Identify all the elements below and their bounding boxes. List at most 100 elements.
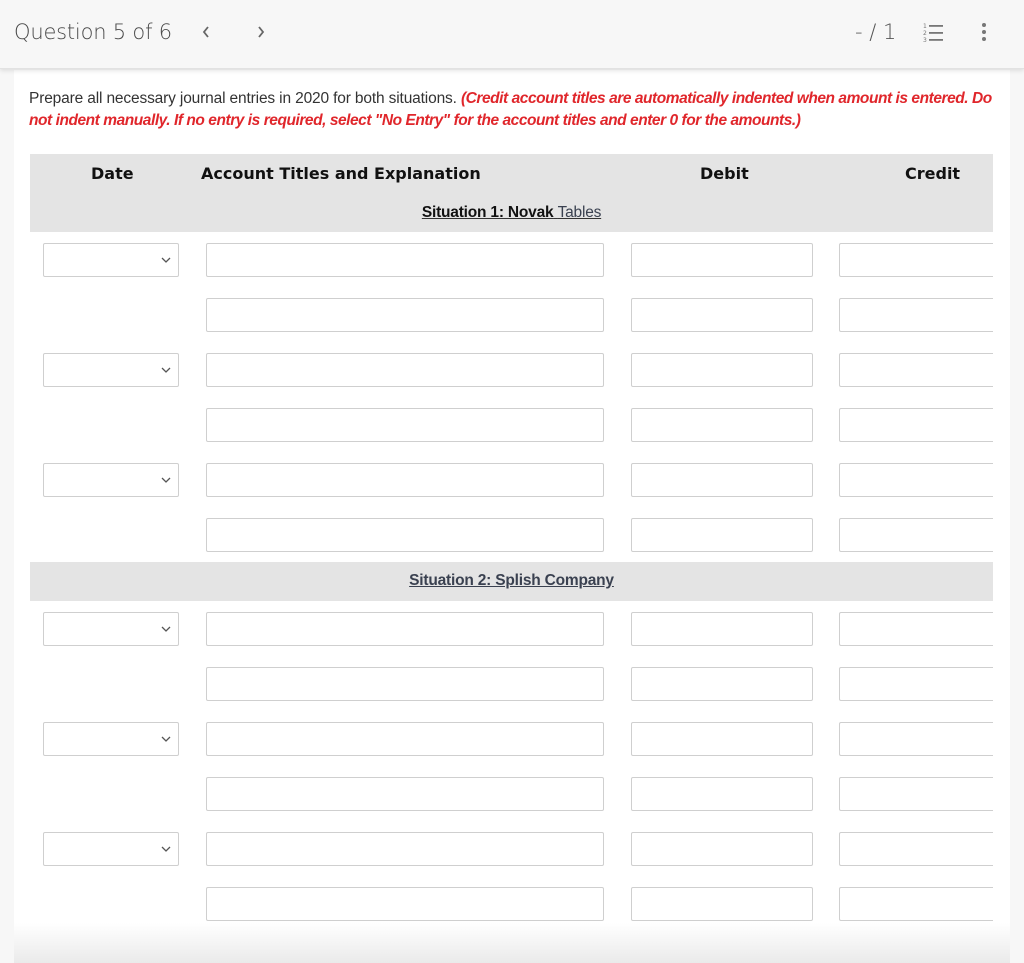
column-header-account: Account Titles and Explanation: [201, 164, 481, 183]
journal-row: [30, 353, 993, 387]
credit-input[interactable]: [839, 243, 993, 277]
credit-input[interactable]: [839, 518, 993, 552]
next-question-button[interactable]: [249, 19, 273, 45]
journal-row: [30, 463, 993, 497]
chevron-left-icon: [202, 26, 209, 38]
section-header-situation-2: Situation 2: Splish Company: [30, 562, 993, 601]
row-clip: [30, 887, 993, 921]
table-header: Date Account Titles and Explanation Debi…: [30, 154, 993, 232]
date-select[interactable]: [43, 832, 179, 866]
section-title-situation-1: Situation 1: Novak Tables: [30, 204, 993, 222]
date-select[interactable]: [43, 463, 179, 497]
question-label: Question 5 of 6: [14, 20, 172, 44]
row-clip: [30, 722, 993, 756]
row-clip: [30, 612, 993, 646]
bottom-fade: [14, 923, 1010, 963]
debit-input[interactable]: [631, 832, 813, 866]
journal-row: [30, 777, 993, 811]
account-title-input[interactable]: [206, 887, 604, 921]
chevron-down-icon: [161, 477, 171, 483]
credit-input[interactable]: [839, 777, 993, 811]
instructions-text: Prepare all necessary journal entries in…: [29, 90, 461, 107]
row-clip: [30, 832, 993, 866]
account-title-input[interactable]: [206, 777, 604, 811]
row-clip: [30, 298, 993, 332]
chevron-down-icon: [161, 367, 171, 373]
row-clip: [30, 518, 993, 552]
credit-input[interactable]: [839, 298, 993, 332]
chevron-right-icon: [258, 26, 265, 38]
numbered-list-icon: 1 2 3: [923, 23, 943, 44]
credit-input[interactable]: [839, 612, 993, 646]
section-title-part2: Tables: [557, 204, 602, 221]
credit-input[interactable]: [839, 832, 993, 866]
debit-input[interactable]: [631, 463, 813, 497]
more-vertical-icon: [982, 23, 986, 41]
previous-question-button[interactable]: [194, 19, 218, 45]
chevron-down-icon: [161, 626, 171, 632]
credit-input[interactable]: [839, 887, 993, 921]
account-title-input[interactable]: [206, 243, 604, 277]
debit-input[interactable]: [631, 667, 813, 701]
row-clip: [30, 408, 993, 442]
journal-row: [30, 832, 993, 866]
column-header-credit: Credit: [905, 164, 961, 183]
credit-input[interactable]: [839, 722, 993, 756]
date-select[interactable]: [43, 722, 179, 756]
debit-input[interactable]: [631, 887, 813, 921]
account-title-input[interactable]: [206, 667, 604, 701]
debit-input[interactable]: [631, 243, 813, 277]
debit-input[interactable]: [631, 353, 813, 387]
date-select[interactable]: [43, 353, 179, 387]
row-clip: [30, 353, 993, 387]
account-title-input[interactable]: [206, 463, 604, 497]
top-bar: Question 5 of 6 - / 1 1 2 3: [0, 0, 1024, 69]
row-clip: [30, 777, 993, 811]
svg-text:2: 2: [923, 30, 927, 37]
debit-input[interactable]: [631, 298, 813, 332]
date-select[interactable]: [43, 243, 179, 277]
account-title-input[interactable]: [206, 722, 604, 756]
question-list-button[interactable]: 1 2 3: [921, 21, 945, 44]
account-title-input[interactable]: [206, 612, 604, 646]
journal-row: [30, 298, 993, 332]
instructions: Prepare all necessary journal entries in…: [29, 88, 1004, 132]
svg-text:3: 3: [923, 37, 927, 43]
account-title-input[interactable]: [206, 518, 604, 552]
column-header-date: Date: [91, 164, 134, 183]
debit-input[interactable]: [631, 408, 813, 442]
credit-input[interactable]: [839, 408, 993, 442]
debit-input[interactable]: [631, 722, 813, 756]
journal-row: [30, 612, 993, 646]
credit-input[interactable]: [839, 667, 993, 701]
section-title-situation-2: Situation 2: Splish Company: [409, 572, 614, 589]
journal-row: [30, 887, 993, 921]
column-header-debit: Debit: [700, 164, 749, 183]
credit-input[interactable]: [839, 463, 993, 497]
question-panel: Prepare all necessary journal entries in…: [14, 70, 1010, 963]
journal-row: [30, 243, 993, 277]
section-title-part1: Situation 1: Novak: [421, 204, 554, 221]
account-title-input[interactable]: [206, 832, 604, 866]
row-clip: [30, 463, 993, 497]
score-display: - / 1: [855, 20, 897, 44]
account-title-input[interactable]: [206, 353, 604, 387]
chevron-down-icon: [161, 736, 171, 742]
date-select[interactable]: [43, 612, 179, 646]
chevron-down-icon: [161, 257, 171, 263]
debit-input[interactable]: [631, 777, 813, 811]
debit-input[interactable]: [631, 518, 813, 552]
row-clip: [30, 667, 993, 701]
journal-row: [30, 667, 993, 701]
row-clip: [30, 243, 993, 277]
journal-row: [30, 408, 993, 442]
svg-text:1: 1: [923, 23, 927, 30]
journal-row: [30, 518, 993, 552]
journal-row: [30, 722, 993, 756]
chevron-down-icon: [161, 846, 171, 852]
account-title-input[interactable]: [206, 408, 604, 442]
more-options-button[interactable]: [975, 21, 993, 43]
credit-input[interactable]: [839, 353, 993, 387]
debit-input[interactable]: [631, 612, 813, 646]
account-title-input[interactable]: [206, 298, 604, 332]
